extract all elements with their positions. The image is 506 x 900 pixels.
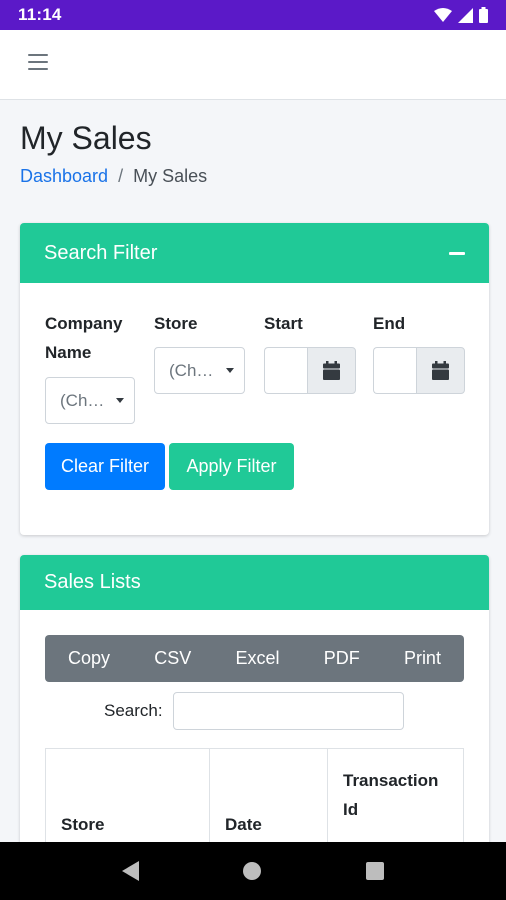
company-select-value: (Ch… <box>60 390 105 410</box>
sales-lists-header: Sales Lists <box>20 555 489 610</box>
start-date-input[interactable] <box>264 347 307 394</box>
recent-apps-icon[interactable] <box>365 862 384 880</box>
battery-icon <box>479 7 488 23</box>
collapse-minus-icon[interactable] <box>449 251 465 255</box>
status-time: 11:14 <box>18 5 62 24</box>
chevron-down-icon <box>116 398 124 403</box>
sales-lists-title: Sales Lists <box>44 571 141 593</box>
sales-table: Store Date Transaction Id <box>45 748 464 855</box>
pdf-button[interactable]: PDF <box>324 648 360 669</box>
chevron-down-icon <box>226 368 234 373</box>
column-header-date[interactable]: Date <box>210 749 328 855</box>
csv-button[interactable]: CSV <box>154 648 191 669</box>
company-name-label: Company Name <box>45 314 123 362</box>
end-label: End <box>373 314 406 333</box>
wifi-icon <box>434 7 452 22</box>
print-button[interactable]: Print <box>404 648 441 669</box>
breadcrumb-separator: / <box>118 166 124 186</box>
search-filter-header: Search Filter <box>20 223 489 283</box>
status-icons <box>434 7 488 23</box>
home-icon[interactable] <box>243 862 262 880</box>
search-filter-card: Search Filter Company Name (Ch… Store (C… <box>20 223 489 535</box>
clear-filter-button[interactable]: Clear Filter <box>45 443 165 490</box>
column-header-store[interactable]: Store <box>46 749 210 855</box>
start-date-button[interactable] <box>307 347 356 394</box>
breadcrumb-current: My Sales <box>133 166 208 186</box>
end-date-button[interactable] <box>416 347 465 394</box>
copy-button[interactable]: Copy <box>68 648 110 669</box>
search-input[interactable] <box>172 692 404 730</box>
app-header <box>0 30 506 100</box>
table-search-row: Search: <box>104 692 404 730</box>
excel-button[interactable]: Excel <box>235 648 279 669</box>
store-select[interactable]: (Ch… <box>154 347 245 394</box>
start-date-group <box>264 347 356 394</box>
system-nav-bar <box>0 842 506 900</box>
calendar-icon <box>432 361 449 380</box>
export-toolbar: Copy CSV Excel PDF Print <box>45 635 464 682</box>
store-select-value: (Ch… <box>169 360 214 380</box>
status-bar: 11:14 <box>0 0 506 30</box>
end-date-input[interactable] <box>373 347 416 394</box>
signal-icon <box>458 7 473 23</box>
search-filter-title: Search Filter <box>44 241 158 264</box>
breadcrumb: Dashboard / My Sales <box>20 166 207 187</box>
hamburger-menu-icon[interactable] <box>28 54 48 72</box>
store-label: Store <box>154 314 198 333</box>
start-label: Start <box>264 314 303 333</box>
calendar-icon <box>323 361 340 380</box>
company-select[interactable]: (Ch… <box>45 377 135 424</box>
page-title: My Sales <box>20 120 152 156</box>
breadcrumb-dashboard-link[interactable]: Dashboard <box>20 166 108 187</box>
search-label: Search: <box>104 701 163 720</box>
end-date-group <box>373 347 465 394</box>
apply-filter-button[interactable]: Apply Filter <box>169 443 294 490</box>
sales-lists-card: Sales Lists Copy CSV Excel PDF Print Sea… <box>20 555 489 855</box>
back-icon[interactable] <box>122 861 140 881</box>
column-header-transaction-id[interactable]: Transaction Id <box>328 749 465 855</box>
